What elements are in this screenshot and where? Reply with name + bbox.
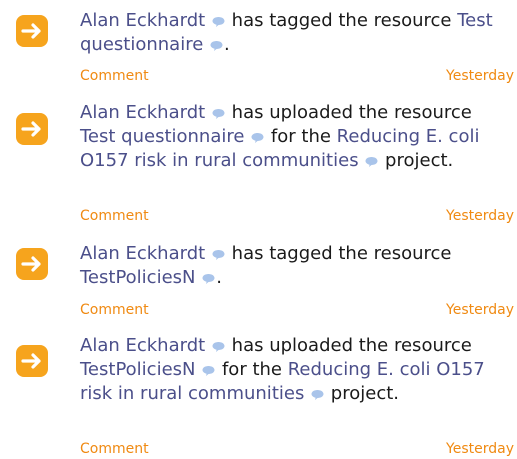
timestamp: Yesterday [446, 441, 514, 457]
activity-verb: has tagged the resource [231, 243, 452, 264]
actor-link[interactable]: Alan Eckhardt [80, 10, 205, 31]
actor-link[interactable]: Alan Eckhardt [80, 335, 205, 356]
comment-link[interactable]: Comment [80, 206, 149, 226]
speech-bubble-icon[interactable] [212, 104, 225, 126]
speech-bubble-icon[interactable] [212, 245, 225, 267]
activity-text: Alan Eckhardt has uploaded the resource … [80, 102, 505, 174]
resource-link[interactable]: TestPoliciesN [80, 267, 196, 288]
arrow-right-icon [16, 15, 48, 47]
activity-text: Alan Eckhardt has uploaded the resource … [80, 335, 505, 407]
speech-bubble-icon[interactable] [202, 269, 215, 291]
arrow-right-icon [16, 345, 48, 377]
activity-meta: Comment Yesterday [80, 439, 514, 459]
timestamp: Yesterday [446, 208, 514, 224]
actor-link[interactable]: Alan Eckhardt [80, 243, 205, 264]
activity-suffix: . [224, 34, 230, 55]
arrow-right-icon [16, 248, 48, 280]
speech-bubble-icon[interactable] [202, 361, 215, 383]
activity-suffix: project. [385, 150, 454, 171]
actor-link[interactable]: Alan Eckhardt [80, 102, 205, 123]
resource-link[interactable]: Test questionnaire [80, 126, 244, 147]
comment-link[interactable]: Comment [80, 66, 149, 86]
activity-meta: Comment Yesterday [80, 300, 514, 320]
speech-bubble-icon[interactable] [210, 36, 223, 58]
speech-bubble-icon[interactable] [212, 12, 225, 34]
comment-link[interactable]: Comment [80, 439, 149, 459]
activity-verb: has tagged the resource [231, 10, 452, 31]
timestamp: Yesterday [446, 302, 514, 318]
activity-text: Alan Eckhardt has tagged the resource Te… [80, 243, 505, 291]
activity-suffix: . [216, 267, 222, 288]
activity-connector: for the [270, 126, 331, 147]
activity-text: Alan Eckhardt has tagged the resource Te… [80, 10, 505, 58]
resource-link[interactable]: TestPoliciesN [80, 359, 196, 380]
activity-verb: has uploaded the resource [231, 335, 472, 356]
speech-bubble-icon[interactable] [212, 337, 225, 359]
comment-link[interactable]: Comment [80, 300, 149, 320]
speech-bubble-icon[interactable] [311, 385, 324, 407]
activity-feed: Alan Eckhardt has tagged the resource Te… [0, 0, 517, 459]
activity-meta: Comment Yesterday [80, 206, 514, 226]
activity-meta: Comment Yesterday [80, 66, 514, 86]
arrow-right-icon [16, 113, 48, 145]
speech-bubble-icon[interactable] [251, 128, 264, 150]
activity-suffix: project. [330, 383, 399, 404]
speech-bubble-icon[interactable] [365, 152, 378, 174]
timestamp: Yesterday [446, 68, 514, 84]
activity-verb: has uploaded the resource [231, 102, 472, 123]
activity-connector: for the [221, 359, 282, 380]
